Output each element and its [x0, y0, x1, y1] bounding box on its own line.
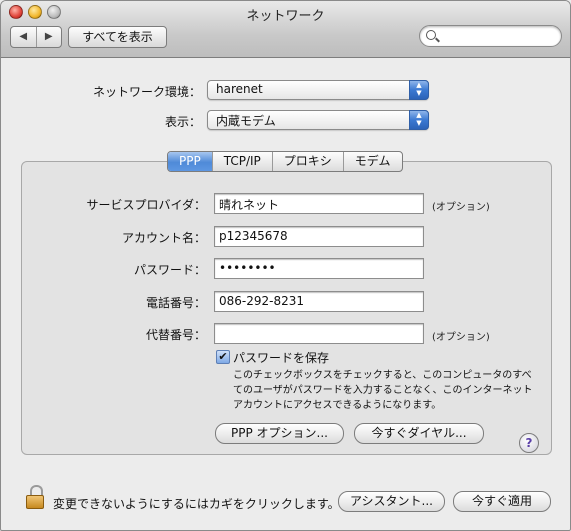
phone-number-field[interactable]: 086-292-8231 — [214, 291, 424, 312]
tab-bar: PPP TCP/IP プロキシ モデム — [167, 151, 403, 172]
title-bar: ネットワーク ◀ ▶ すべてを表示 — [1, 1, 570, 58]
lock-body — [26, 495, 44, 509]
service-provider-label: サービスプロバイダ： — [86, 198, 206, 212]
help-icon[interactable]: ? — [519, 433, 539, 453]
location-popup[interactable]: harenet ▲ ▼ — [207, 80, 429, 100]
service-provider-optional-note: (オプション) — [432, 202, 490, 213]
service-provider-value: 晴れネット — [219, 198, 280, 212]
network-preferences-window: ネットワーク ◀ ▶ すべてを表示 ネットワーク環境： harenet ▲ ▼ 表… — [0, 0, 571, 531]
popup-arrows-icon: ▲ ▼ — [409, 110, 429, 130]
show-label: 表示： — [164, 115, 201, 129]
save-password-checkbox[interactable]: ✔ — [216, 350, 230, 364]
lock-message: 変更できないようにするにはカギをクリックします。 — [53, 497, 340, 511]
save-password-description: このチェックボックスをチェックすると、このコンピュータのすべてのユーザがパスワー… — [233, 370, 533, 411]
back-arrow-icon[interactable]: ◀ — [11, 27, 36, 47]
tab-modem[interactable]: モデム — [342, 152, 402, 171]
tab-ppp[interactable]: PPP — [168, 152, 212, 171]
show-value: 内蔵モデム — [216, 114, 276, 128]
phone-number-label: 電話番号： — [145, 296, 206, 310]
apply-now-button[interactable]: 今すぐ適用 — [453, 491, 551, 512]
alt-number-optional-note: (オプション) — [432, 332, 490, 343]
password-value: •••••••• — [219, 261, 276, 275]
save-password-label[interactable]: パスワードを保存 — [233, 349, 329, 366]
location-label: ネットワーク環境： — [92, 85, 201, 99]
popup-arrows-icon: ▲ ▼ — [409, 80, 429, 100]
alt-number-label: 代替番号： — [145, 328, 206, 342]
show-popup[interactable]: 内蔵モデム ▲ ▼ — [207, 110, 429, 130]
service-provider-field[interactable]: 晴れネット — [214, 193, 424, 214]
back-forward-control: ◀ ▶ — [10, 26, 62, 48]
magnifier-icon — [426, 30, 436, 40]
search-field[interactable] — [419, 25, 562, 47]
alt-number-field[interactable] — [214, 323, 424, 344]
tab-proxy[interactable]: プロキシ — [271, 152, 343, 171]
account-name-field[interactable]: p12345678 — [214, 226, 424, 247]
password-label: パスワード： — [133, 263, 206, 277]
lock-icon[interactable] — [25, 485, 44, 509]
dial-now-button[interactable]: 今すぐダイヤル... — [354, 423, 484, 444]
tab-tcpip[interactable]: TCP/IP — [211, 152, 272, 171]
show-all-button[interactable]: すべてを表示 — [68, 26, 167, 48]
assistant-button[interactable]: アシスタント... — [338, 491, 445, 512]
ppp-options-button[interactable]: PPP オプション... — [215, 423, 344, 444]
window-title: ネットワーク — [246, 9, 325, 24]
account-name-value: p12345678 — [219, 229, 288, 243]
location-value: harenet — [216, 82, 263, 96]
phone-number-value: 086-292-8231 — [219, 294, 305, 308]
forward-arrow-icon[interactable]: ▶ — [35, 27, 62, 47]
password-field[interactable]: •••••••• — [214, 258, 424, 279]
account-name-label: アカウント名： — [121, 231, 206, 245]
